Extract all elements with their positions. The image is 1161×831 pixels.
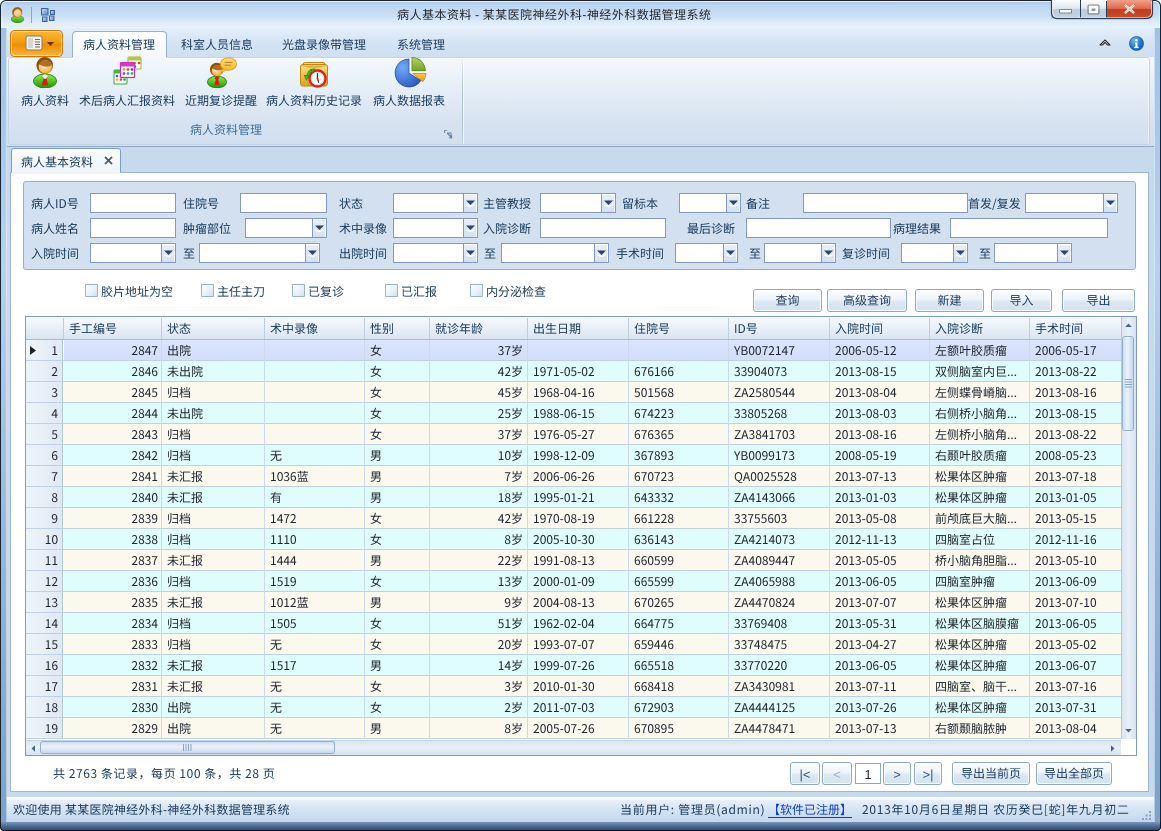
svg-text:>|: >| [923,767,934,782]
svg-text:1: 1 [864,767,871,782]
svg-text:>: > [893,767,901,782]
svg-text:|<: |< [800,767,811,782]
svg-text:<: < [833,767,841,782]
